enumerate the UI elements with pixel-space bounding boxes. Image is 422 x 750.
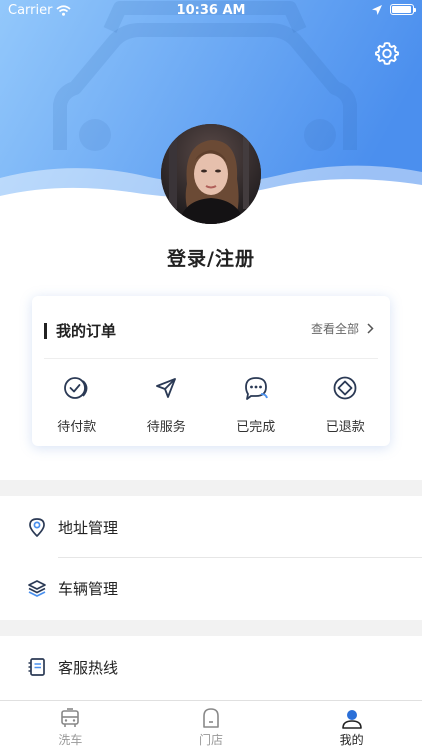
my-orders-title: 我的订单 — [56, 322, 117, 340]
menu-item-customer-service-hotline[interactable]: 客服热线 — [0, 637, 422, 697]
tab-label: 洗车 — [58, 733, 83, 747]
chevron-right-icon — [367, 323, 374, 334]
menu-item-label: 地址管理 — [58, 518, 119, 537]
avatar-photo — [161, 124, 261, 224]
menu-item-label: 车辆管理 — [58, 579, 119, 598]
car-wash-icon — [61, 708, 80, 727]
order-status-awaiting-service[interactable]: 待服务 — [122, 374, 212, 435]
order-status-refunded[interactable]: 已退款 — [301, 374, 391, 435]
refund-diamond-icon — [331, 374, 359, 402]
order-status-label: 待服务 — [146, 420, 186, 435]
menu-item-label: 客服热线 — [58, 658, 119, 677]
chat-bubble-icon — [242, 374, 270, 402]
order-status-completed[interactable]: 已完成 — [211, 374, 301, 435]
tab-car-wash[interactable]: 洗车 — [0, 701, 141, 750]
my-orders-card: 我的订单 查看全部 待付款 待服务 已完成 已退款 — [32, 296, 390, 446]
tab-mine[interactable]: 我的 — [281, 701, 422, 750]
tab-label: 我的 — [339, 733, 364, 747]
tab-store[interactable]: 门店 — [141, 701, 282, 750]
tab-label: 门店 — [199, 733, 224, 747]
settings-button[interactable] — [374, 40, 400, 66]
view-all-label: 查看全部 — [310, 322, 359, 336]
section-separator — [0, 480, 422, 496]
order-status-label: 已退款 — [325, 420, 365, 435]
battery-icon — [390, 4, 416, 15]
user-icon — [341, 710, 362, 729]
title-accent-bar — [44, 322, 47, 339]
card-divider — [44, 358, 378, 359]
paper-plane-icon — [152, 374, 180, 402]
bottom-tab-bar: 洗车 门店 我的 — [0, 700, 422, 750]
status-time: 10:36 AM — [176, 3, 246, 18]
login-register-link[interactable]: 登录/注册 — [0, 244, 422, 271]
store-icon — [203, 708, 219, 728]
order-status-list: 待付款 待服务 已完成 已退款 — [32, 374, 390, 435]
section-separator — [0, 620, 422, 636]
status-bar: Carrier 10:36 AM — [0, 0, 422, 22]
check-coins-icon — [63, 374, 91, 402]
order-status-label: 已完成 — [236, 420, 276, 435]
document-icon — [28, 658, 45, 676]
menu-item-vehicle-management[interactable]: 车辆管理 — [0, 558, 422, 618]
avatar[interactable] — [161, 124, 261, 224]
view-all-orders-link[interactable]: 查看全部 — [311, 320, 374, 337]
location-pin-icon — [29, 518, 45, 537]
menu-item-address-management[interactable]: 地址管理 — [0, 497, 422, 557]
order-status-pending-payment[interactable]: 待付款 — [32, 374, 122, 435]
my-orders-header: 我的订单 — [44, 320, 116, 341]
location-arrow-icon — [372, 4, 382, 15]
layers-icon — [28, 580, 46, 597]
status-right — [372, 4, 416, 15]
gear-icon — [375, 42, 399, 65]
order-status-label: 待付款 — [57, 420, 97, 435]
